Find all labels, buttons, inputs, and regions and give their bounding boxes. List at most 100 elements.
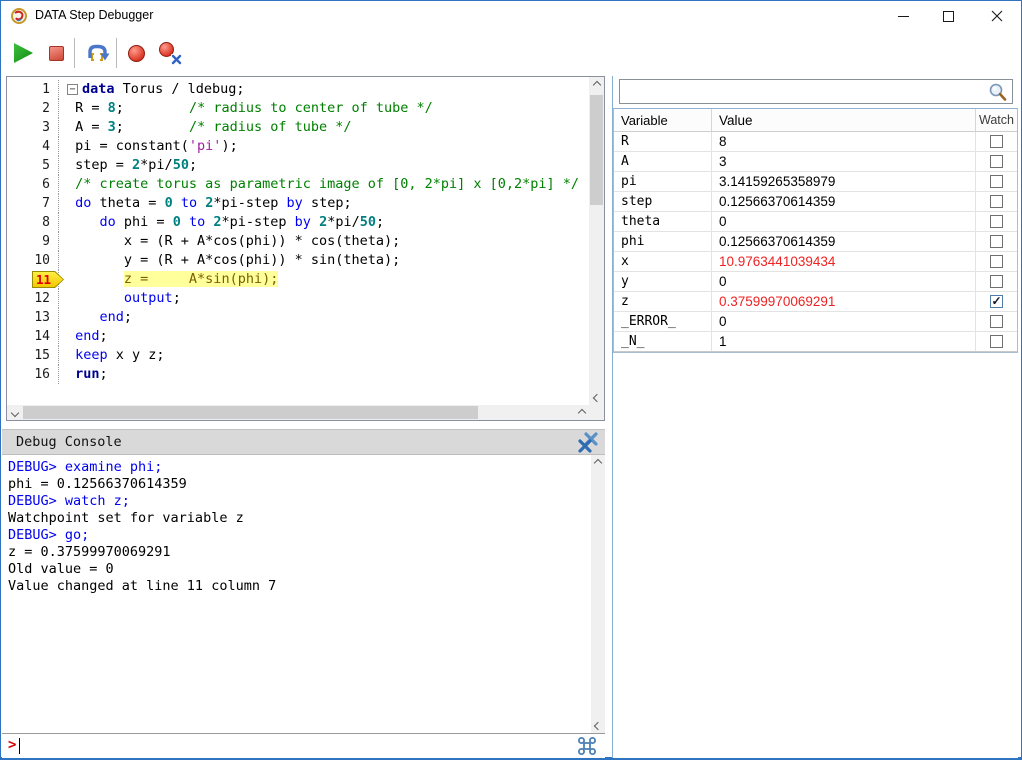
line-number[interactable]: 13 — [7, 308, 59, 327]
watch-checkbox[interactable] — [990, 315, 1003, 328]
code-line[interactable]: 2 R = 8; /* radius to center of tube */ — [7, 99, 589, 118]
code-line[interactable]: 12 output; — [7, 289, 589, 308]
line-number[interactable]: 14 — [7, 327, 59, 346]
line-number[interactable]: 5 — [7, 156, 59, 175]
line-number[interactable]: 10 — [7, 251, 59, 270]
scroll-up-icon[interactable] — [591, 455, 605, 470]
variable-name-cell[interactable]: z — [614, 292, 712, 311]
variable-name-cell[interactable]: y — [614, 272, 712, 291]
code-line[interactable]: 1−data Torus / ldebug; — [7, 80, 589, 99]
watch-checkbox[interactable] — [990, 175, 1003, 188]
column-header-variable[interactable]: Variable — [614, 109, 712, 131]
table-row[interactable]: A3 — [614, 152, 1017, 172]
variable-value-cell[interactable]: 0.12566370614359 — [712, 192, 976, 211]
variable-name-cell[interactable]: R — [614, 132, 712, 151]
stop-button[interactable] — [49, 31, 64, 75]
variable-value-cell[interactable]: 0 — [712, 312, 976, 331]
search-input[interactable] — [622, 82, 984, 101]
code-line[interactable]: 11 z = A*sin(phi); — [7, 270, 589, 289]
scrollbar-thumb[interactable] — [590, 95, 603, 205]
scroll-up-icon[interactable] — [589, 77, 604, 92]
code-editor[interactable]: 1−data Torus / ldebug;2 R = 8; /* radius… — [6, 76, 605, 421]
code-line[interactable]: 13 end; — [7, 308, 589, 327]
table-row[interactable]: R8 — [614, 132, 1017, 152]
command-icon[interactable] — [577, 736, 597, 756]
line-number[interactable]: 3 — [7, 118, 59, 137]
collapse-icon[interactable]: − — [67, 84, 78, 95]
minimize-icon[interactable] — [881, 1, 926, 31]
table-row[interactable]: y0 — [614, 272, 1017, 292]
watch-checkbox[interactable]: ✓ — [990, 295, 1003, 308]
code-line[interactable]: 16 run; — [7, 365, 589, 384]
scroll-down-icon[interactable] — [589, 390, 604, 405]
variable-name-cell[interactable]: A — [614, 152, 712, 171]
search-icon[interactable] — [987, 82, 1007, 102]
variable-value-cell[interactable]: 3.14159265358979 — [712, 172, 976, 191]
variable-value-cell[interactable]: 0.12566370614359 — [712, 232, 976, 251]
watch-checkbox[interactable] — [990, 215, 1003, 228]
variable-name-cell[interactable]: _ERROR_ — [614, 312, 712, 331]
table-row[interactable]: _N_1 — [614, 332, 1017, 352]
line-number[interactable]: 6 — [7, 175, 59, 194]
scroll-down-icon[interactable] — [591, 718, 605, 733]
watch-checkbox[interactable] — [990, 255, 1003, 268]
table-row[interactable]: pi3.14159265358979 — [614, 172, 1017, 192]
variable-search-box[interactable] — [619, 79, 1013, 104]
variable-name-cell[interactable]: step — [614, 192, 712, 211]
code-line[interactable]: 10 y = (R + A*cos(phi)) * sin(theta); — [7, 251, 589, 270]
table-row[interactable]: step0.12566370614359 — [614, 192, 1017, 212]
clear-console-icon[interactable] — [577, 432, 599, 453]
variable-value-cell[interactable]: 0.37599970069291 — [712, 292, 976, 311]
line-number[interactable]: 12 — [7, 289, 59, 308]
line-number[interactable]: 4 — [7, 137, 59, 156]
editor-vertical-scrollbar[interactable] — [589, 77, 604, 405]
line-number[interactable]: 7 — [7, 194, 59, 213]
code-line[interactable]: 9 x = (R + A*cos(phi)) * cos(theta); — [7, 232, 589, 251]
code-line[interactable]: 14 end; — [7, 327, 589, 346]
table-row[interactable]: theta0 — [614, 212, 1017, 232]
code-line[interactable]: 8 do phi = 0 to 2*pi-step by 2*pi/50; — [7, 213, 589, 232]
watch-checkbox[interactable] — [990, 235, 1003, 248]
line-number[interactable]: 2 — [7, 99, 59, 118]
table-row[interactable]: x10.9763441039434 — [614, 252, 1017, 272]
watch-checkbox[interactable] — [990, 275, 1003, 288]
go-button[interactable] — [14, 31, 33, 75]
watch-checkbox[interactable] — [990, 155, 1003, 168]
table-row[interactable]: _ERROR_0 — [614, 312, 1017, 332]
clear-breakpoints-button[interactable] — [159, 31, 181, 75]
line-number[interactable]: 15 — [7, 346, 59, 365]
close-icon[interactable] — [974, 1, 1019, 31]
variable-value-cell[interactable]: 3 — [712, 152, 976, 171]
watch-checkbox[interactable] — [990, 195, 1003, 208]
step-button[interactable] — [85, 31, 110, 75]
variable-name-cell[interactable]: pi — [614, 172, 712, 191]
variable-name-cell[interactable]: phi — [614, 232, 712, 251]
variable-value-cell[interactable]: 8 — [712, 132, 976, 151]
line-number[interactable]: 9 — [7, 232, 59, 251]
console-vertical-scrollbar[interactable] — [591, 455, 605, 733]
watch-table-header[interactable]: Variable Value Watch — [614, 109, 1017, 132]
watch-checkbox[interactable] — [990, 335, 1003, 348]
variable-value-cell[interactable]: 10.9763441039434 — [712, 252, 976, 271]
scroll-right-icon[interactable] — [574, 405, 589, 420]
debug-command-input[interactable]: > — [2, 733, 605, 758]
code-line[interactable]: 7 do theta = 0 to 2*pi-step by step; — [7, 194, 589, 213]
variable-name-cell[interactable]: x — [614, 252, 712, 271]
breakpoint-button[interactable] — [128, 31, 145, 75]
editor-horizontal-scrollbar[interactable] — [7, 405, 589, 420]
code-line[interactable]: 15 keep x y z; — [7, 346, 589, 365]
maximize-icon[interactable] — [926, 1, 971, 31]
table-row[interactable]: phi0.12566370614359 — [614, 232, 1017, 252]
table-row[interactable]: z0.37599970069291 ✓ — [614, 292, 1017, 312]
watch-checkbox[interactable] — [990, 135, 1003, 148]
code-line[interactable]: 5 step = 2*pi/50; — [7, 156, 589, 175]
code-line[interactable]: 3 A = 3; /* radius of tube */ — [7, 118, 589, 137]
variable-name-cell[interactable]: theta — [614, 212, 712, 231]
column-header-watch[interactable]: Watch — [976, 109, 1017, 131]
line-number[interactable]: 1 — [7, 80, 59, 99]
code-line[interactable]: 6 /* create torus as parametric image of… — [7, 175, 589, 194]
line-number[interactable]: 11 — [7, 270, 59, 289]
variable-name-cell[interactable]: _N_ — [614, 332, 712, 351]
variable-value-cell[interactable]: 0 — [712, 212, 976, 231]
variable-value-cell[interactable]: 1 — [712, 332, 976, 351]
